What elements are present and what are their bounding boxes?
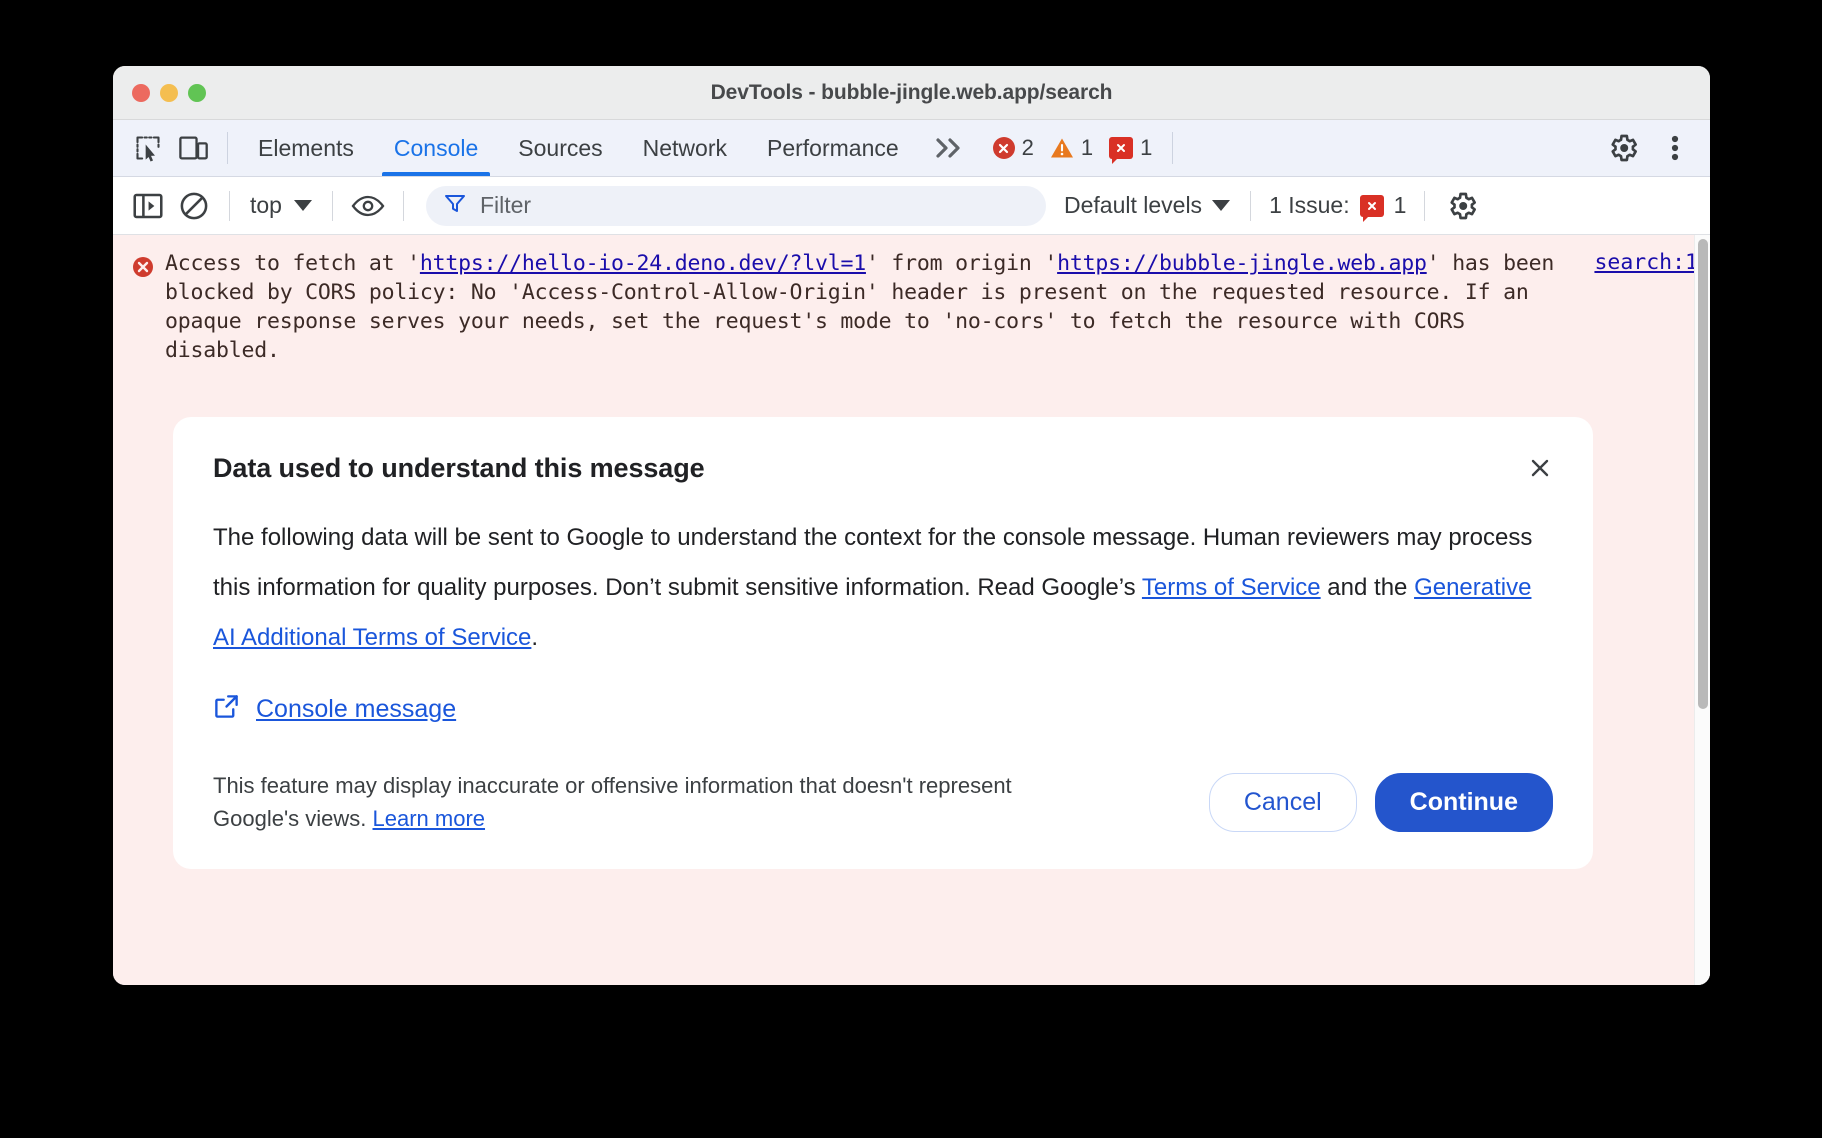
console-sidebar-icon[interactable] (125, 192, 171, 220)
gear-icon[interactable] (1437, 177, 1487, 234)
console-toolbar-divider-5 (1424, 191, 1425, 221)
error-text-part-1: Access to fetch at ' (165, 251, 420, 276)
error-url-request[interactable]: https://hello-io-24.deno.dev/?lvl=1 (420, 251, 866, 276)
devtools-tab-bar: Elements Console Sources Network Perform… (113, 120, 1710, 177)
filter-placeholder: Filter (480, 192, 531, 219)
console-message-area: Access to fetch at 'https://hello-io-24.… (113, 235, 1710, 985)
card-body-paragraph-3: . (531, 624, 538, 651)
console-message-link-row[interactable]: Console message (213, 693, 1553, 725)
gear-icon[interactable] (1598, 120, 1648, 176)
toolbar-divider (227, 132, 228, 164)
panel-tabs: Elements Console Sources Network Perform… (238, 120, 919, 176)
chevron-down-icon (294, 200, 312, 211)
error-count: 2 (1022, 135, 1034, 161)
card-buttons: Cancel Continue (1209, 773, 1553, 832)
data-consent-card: Data used to understand this message The… (173, 417, 1593, 869)
error-circle-icon (131, 255, 155, 284)
live-expression-icon[interactable] (345, 194, 391, 218)
error-circle-icon (993, 137, 1015, 159)
console-toolbar-divider (229, 191, 230, 221)
maximize-window-button[interactable] (188, 84, 206, 102)
external-link-icon (213, 693, 240, 725)
chevron-down-icon (1212, 200, 1230, 211)
error-text-part-2: ' from origin ' (866, 251, 1057, 276)
filter-input[interactable]: Filter (426, 186, 1046, 226)
learn-more-link[interactable]: Learn more (373, 806, 486, 831)
issue-counters: 2 1 (983, 120, 1163, 176)
kebab-menu-icon[interactable] (1650, 120, 1700, 176)
issues-summary[interactable]: 1 Issue: 1 (1263, 192, 1412, 219)
issue-counter[interactable]: 1 (1109, 135, 1162, 161)
console-message-link[interactable]: Console message (256, 695, 456, 724)
console-source-link[interactable]: search:1 (1594, 250, 1698, 275)
window-title: DevTools - bubble-jingle.web.app/search (113, 81, 1710, 105)
tab-performance[interactable]: Performance (747, 120, 919, 176)
console-toolbar-divider-2 (332, 191, 333, 221)
issues-count: 1 (1394, 192, 1407, 219)
console-scrollbar[interactable] (1694, 235, 1710, 985)
minimize-window-button[interactable] (160, 84, 178, 102)
card-disclaimer: This feature may display inaccurate or o… (213, 769, 1033, 835)
disclaimer-text: This feature may display inaccurate or o… (213, 773, 1012, 831)
log-level-selector[interactable]: Default levels (1056, 192, 1238, 219)
console-toolbar: top Filter Default le (113, 177, 1710, 235)
execution-context-selector[interactable]: top (242, 192, 320, 219)
tab-network[interactable]: Network (623, 120, 747, 176)
card-footer: This feature may display inaccurate or o… (213, 769, 1553, 835)
title-bar: DevTools - bubble-jingle.web.app/search (113, 66, 1710, 120)
clear-console-icon[interactable] (171, 191, 217, 221)
console-toolbar-divider-3 (403, 191, 404, 221)
device-toolbar-icon[interactable] (171, 120, 217, 176)
window-controls[interactable] (132, 84, 206, 102)
inspect-element-icon[interactable] (125, 120, 171, 176)
filter-funnel-icon (444, 193, 466, 218)
warning-counter[interactable]: 1 (1050, 135, 1103, 161)
error-url-origin[interactable]: https://bubble-jingle.web.app (1057, 251, 1427, 276)
issue-badge-icon (1109, 137, 1133, 159)
double-chevron-right-icon[interactable] (919, 120, 983, 176)
issue-count: 1 (1140, 135, 1152, 161)
issue-badge-icon (1360, 195, 1384, 217)
close-icon[interactable] (1523, 451, 1557, 485)
console-error-message: Access to fetch at 'https://hello-io-24.… (113, 235, 1710, 375)
issues-label: 1 Issue: (1269, 192, 1350, 219)
card-body-paragraph-2: and the (1321, 574, 1414, 601)
tab-sources[interactable]: Sources (498, 120, 622, 176)
execution-context-label: top (250, 192, 282, 219)
terms-of-service-link[interactable]: Terms of Service (1142, 574, 1321, 601)
continue-button[interactable]: Continue (1375, 773, 1553, 832)
toolbar-divider-2 (1172, 132, 1173, 164)
tab-console[interactable]: Console (374, 120, 498, 176)
close-window-button[interactable] (132, 84, 150, 102)
log-level-label: Default levels (1064, 192, 1202, 219)
screen: DevTools - bubble-jingle.web.app/search … (0, 0, 1822, 1138)
tab-bar-actions (1598, 120, 1700, 176)
tab-elements[interactable]: Elements (238, 120, 374, 176)
card-title: Data used to understand this message (213, 453, 705, 484)
scrollbar-thumb[interactable] (1698, 239, 1708, 709)
console-error-text: Access to fetch at 'https://hello-io-24.… (165, 249, 1576, 365)
console-toolbar-divider-4 (1250, 191, 1251, 221)
error-counter[interactable]: 2 (993, 135, 1044, 161)
devtools-window: DevTools - bubble-jingle.web.app/search … (113, 66, 1710, 985)
cancel-button[interactable]: Cancel (1209, 773, 1357, 832)
warning-triangle-icon (1050, 137, 1074, 159)
card-body-text: The following data will be sent to Googl… (213, 513, 1553, 663)
warning-count: 1 (1081, 135, 1093, 161)
